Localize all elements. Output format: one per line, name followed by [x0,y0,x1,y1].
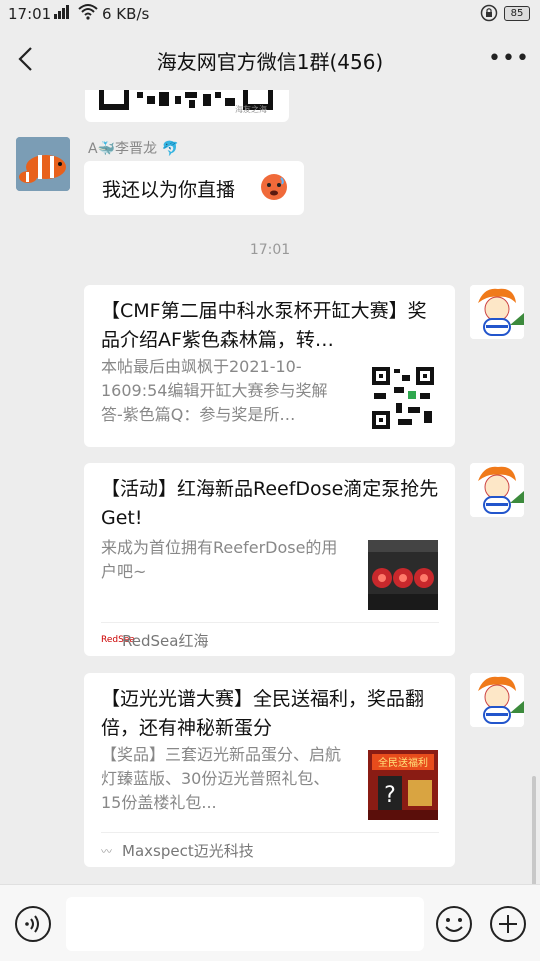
card-description: 本帖最后由飒枫于2021-10-1609:54编辑开缸大赛参与奖解答-紫色篇Q：… [101,357,328,424]
avatar[interactable] [16,137,70,191]
cold-face-emoji-icon [260,173,288,205]
chat-header: 海友网官方微信1群(456) ••• [0,28,540,90]
more-functions-button[interactable] [489,905,527,947]
card-title: 【活动】红海新品ReefDose滴定泵抢先Get! [101,478,439,529]
qr-code-image-message[interactable]: 海友之海 [85,90,289,122]
card-thumbnail-reefdose-photo [368,540,438,610]
card-description: 来成为首位拥有ReeferDose的用户吧~ [101,538,338,581]
status-bar: 17:01 6 KB/s 85 [0,0,540,28]
card-title: 【CMF第二届中科水泵杯开缸大赛】奖品介绍AF紫色森林篇，转… [101,300,427,351]
signal-icon [54,4,76,23]
card-divider [101,622,439,623]
message-input[interactable] [66,897,424,951]
card-title: 【迈光光谱大赛】全民送福利，奖品翻倍，还有神秘新蛋分 [101,688,425,739]
input-bar [0,884,540,961]
voice-input-button[interactable] [14,905,52,947]
battery-indicator: 85 [504,6,530,21]
network-speed: 6 KB/s [102,5,150,23]
card-thumbnail-qr-code [368,363,438,433]
card-divider [101,832,439,833]
thumb-promo-text: 全民送福利 [378,756,428,769]
more-options-button[interactable]: ••• [488,46,530,71]
lock-icon [480,4,498,26]
chat-messages[interactable]: 海友之海 A🐳李晋龙 🐬 我还以为你直播 17:01 【CMF第二届中科水泵杯开… [0,90,540,884]
card-source: Maxspect迈光科技 [122,842,254,860]
wifi-icon [78,3,98,25]
card-thumbnail-promo: 全民送福利? [368,750,438,820]
scrollbar[interactable] [532,776,536,884]
card-source: RedSea红海 [122,632,209,650]
my-avatar[interactable] [470,463,524,517]
card-description: 【奖品】三套迈光新品蛋分、启航灯臻蓝版、30份迈光普照礼包、15份盖楼礼包... [101,745,342,812]
my-avatar[interactable] [470,673,524,727]
message-text: 我还以为你直播 [102,179,236,201]
link-card-maxspect[interactable]: 【迈光光谱大赛】全民送福利，奖品翻倍，还有神秘新蛋分 【奖品】三套迈光新品蛋分、… [84,673,455,867]
my-avatar[interactable] [470,285,524,339]
sender-name: A🐳李晋龙 🐬 [88,141,179,157]
message-bubble[interactable]: 我还以为你直播 [84,161,304,215]
svg-text:?: ? [384,783,396,808]
emoji-button[interactable] [435,905,473,947]
status-time: 17:01 [8,5,52,23]
qr-strip-label: 海友之海 [235,105,267,114]
maxspect-logo-icon: 〰 [101,845,112,858]
link-card-cmf[interactable]: 【CMF第二届中科水泵杯开缸大赛】奖品介绍AF紫色森林篇，转… 本帖最后由飒枫于… [84,285,455,447]
chat-title: 海友网官方微信1群(456) [156,50,384,74]
link-card-redsea[interactable]: 【活动】红海新品ReefDose滴定泵抢先Get! 来成为首位拥有ReeferD… [84,463,455,656]
message-timestamp: 17:01 [249,242,291,258]
